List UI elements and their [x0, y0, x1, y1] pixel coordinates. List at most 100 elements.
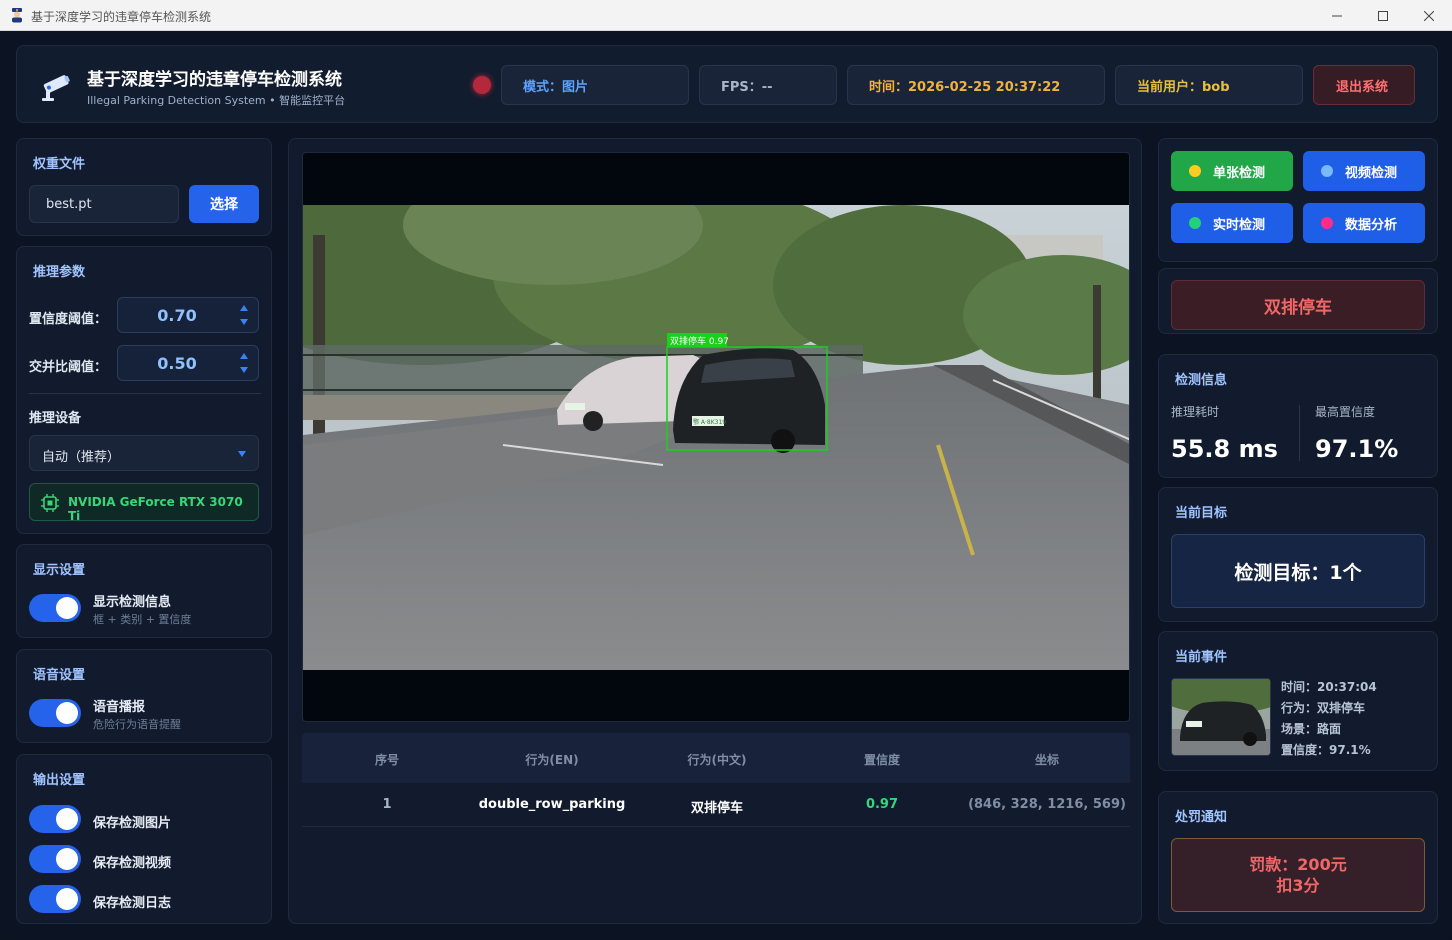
single-detect-label: 单张检测	[1213, 165, 1266, 181]
toggle-knob	[56, 597, 78, 619]
penalty-box: 罚款：200元 扣3分	[1171, 838, 1425, 912]
penalty-fine: 罚款：200元	[1249, 855, 1347, 874]
time-badge: 时间：2026-02-25 20:37:22	[847, 65, 1105, 105]
event-thumbnail[interactable]	[1171, 678, 1271, 756]
detection-panel: 双排停车 0.97 鄂 A·8K319 序号 行为(EN) 行为(中文) 置信度…	[288, 138, 1142, 924]
chevron-down-icon	[238, 451, 246, 457]
spinner-up-icon[interactable]	[240, 305, 248, 311]
mode-badge: 模式：图片	[501, 65, 689, 105]
detection-label: 双排停车 0.97	[670, 335, 729, 347]
conf-threshold-value: 0.70	[157, 306, 197, 325]
fps-badge: FPS：--	[699, 65, 837, 105]
table-row[interactable]: 1 double_row_parking 双排停车 0.97 (846, 328…	[302, 783, 1130, 827]
penalty-panel: 处罚通知 罚款：200元 扣3分	[1158, 791, 1438, 924]
status-indicator	[473, 76, 491, 94]
spinner-up-icon[interactable]	[240, 353, 248, 359]
iou-threshold-label: 交并比阈值：	[29, 360, 108, 375]
col-index: 序号	[374, 753, 399, 767]
voice-settings-title: 语音设置	[33, 668, 86, 683]
realtime-detect-label: 实时检测	[1213, 217, 1266, 233]
pink-dot-icon	[1321, 217, 1333, 229]
window-titlebar: 基于深度学习的违章停车检测系统	[0, 0, 1452, 31]
weights-file-field[interactable]: best.pt	[29, 185, 179, 223]
choose-weights-button[interactable]: 选择	[189, 185, 259, 223]
current-target-panel: 当前目标 检测目标：1个	[1158, 487, 1438, 622]
maximize-icon	[1378, 10, 1388, 21]
save-image-toggle[interactable]	[29, 805, 81, 833]
voice-broadcast-toggle[interactable]	[29, 699, 81, 727]
event-thumbnail-image	[1172, 679, 1270, 755]
security-camera-icon	[42, 75, 70, 101]
results-table: 序号 行为(EN) 行为(中文) 置信度 坐标 1 double_row_par…	[302, 733, 1130, 828]
header-bar: 基于深度学习的违章停车检测系统 Illegal Parking Detectio…	[16, 45, 1438, 123]
show-detection-info-sub: 框 + 类别 + 置信度	[93, 613, 192, 626]
close-icon	[1424, 10, 1434, 21]
cell-behavior-en: double_row_parking	[478, 797, 626, 812]
divider	[1299, 405, 1300, 461]
image-viewer[interactable]: 双排停车 0.97 鄂 A·8K319	[302, 152, 1130, 722]
detection-info-panel: 检测信息 推理耗时 55.8 ms 最高置信度 97.1%	[1158, 354, 1438, 478]
save-log-toggle[interactable]	[29, 885, 81, 913]
save-video-toggle[interactable]	[29, 845, 81, 873]
col-confidence: 置信度	[863, 753, 900, 767]
weights-panel: 权重文件 best.pt 选择	[16, 138, 272, 236]
max-confidence-label: 最高置信度	[1315, 405, 1376, 419]
display-settings-panel: 显示设置 显示检测信息 框 + 类别 + 置信度	[16, 544, 272, 638]
app-root: 基于深度学习的违章停车检测系统 Illegal Parking Detectio…	[1, 31, 1451, 939]
minimize-button[interactable]	[1314, 0, 1360, 31]
chip-icon	[41, 494, 59, 512]
yellow-dot-icon	[1189, 165, 1201, 177]
divider	[29, 393, 261, 394]
col-coordinates: 坐标	[1034, 753, 1059, 767]
inference-panel: 推理参数 置信度阈值： 0.70 交并比阈值： 0.50 推理设备 自动（推荐）	[16, 246, 272, 534]
alert-panel: 双排停车	[1158, 268, 1438, 334]
cell-behavior-cn: 双排停车	[690, 801, 743, 816]
close-button[interactable]	[1406, 0, 1452, 31]
save-image-label: 保存检测图片	[93, 816, 172, 831]
video-detect-button[interactable]: 视频检测	[1303, 151, 1425, 191]
realtime-detect-button[interactable]: 实时检测	[1171, 203, 1293, 243]
save-video-label: 保存检测视频	[93, 856, 172, 871]
license-plate: 鄂 A·8K319	[693, 418, 726, 426]
spinner-down-icon[interactable]	[240, 367, 248, 373]
output-settings-title: 输出设置	[33, 773, 86, 788]
spinner-down-icon[interactable]	[240, 319, 248, 325]
penalty-title: 处罚通知	[1175, 810, 1228, 825]
green-dot-icon	[1189, 217, 1201, 229]
table-header: 序号 行为(EN) 行为(中文) 置信度 坐标	[302, 733, 1130, 783]
toggle-knob	[56, 848, 78, 870]
save-log-label: 保存检测日志	[93, 896, 172, 911]
event-behavior: 行为：双排停车	[1281, 701, 1366, 715]
logout-button[interactable]: 退出系统	[1313, 65, 1415, 105]
show-detection-info-toggle[interactable]	[29, 594, 81, 622]
show-detection-info-label: 显示检测信息	[93, 595, 172, 610]
single-detect-button[interactable]: 单张检测	[1171, 151, 1293, 191]
user-badge: 当前用户：bob	[1115, 65, 1303, 105]
window-title: 基于深度学习的违章停车检测系统	[31, 10, 212, 24]
data-analysis-button[interactable]: 数据分析	[1303, 203, 1425, 243]
gpu-badge: NVIDIA GeForce RTX 3070 Ti	[29, 483, 259, 523]
voice-broadcast-label: 语音播报	[93, 700, 146, 715]
voice-broadcast-sub: 危险行为语音提醒	[93, 718, 181, 731]
toggle-knob	[56, 702, 78, 724]
toggle-knob	[56, 808, 78, 830]
mode-nav-panel: 单张检测 视频检测 实时检测 数据分析	[1158, 138, 1438, 262]
device-select-value: 自动（推荐）	[42, 450, 121, 465]
iou-threshold-value: 0.50	[157, 354, 197, 373]
display-settings-title: 显示设置	[33, 563, 86, 578]
data-analysis-label: 数据分析	[1345, 217, 1398, 233]
device-select[interactable]: 自动（推荐）	[29, 435, 259, 471]
cell-coordinates: (846, 328, 1216, 569)	[968, 797, 1126, 812]
cell-confidence: 0.97	[865, 797, 899, 812]
current-target-title: 当前目标	[1175, 506, 1228, 521]
inference-title: 推理参数	[33, 265, 86, 280]
latency-value: 55.8 ms	[1171, 435, 1278, 463]
app-subtitle: Illegal Parking Detection System • 智能监控平…	[87, 94, 346, 107]
toggle-knob	[56, 888, 78, 910]
event-time: 时间：20:37:04	[1281, 680, 1377, 694]
conf-threshold-spinner[interactable]: 0.70	[117, 297, 259, 333]
maximize-button[interactable]	[1360, 0, 1406, 31]
app-title: 基于深度学习的违章停车检测系统	[87, 70, 342, 90]
iou-threshold-spinner[interactable]: 0.50	[117, 345, 259, 381]
col-behavior-cn: 行为(中文)	[687, 753, 747, 767]
